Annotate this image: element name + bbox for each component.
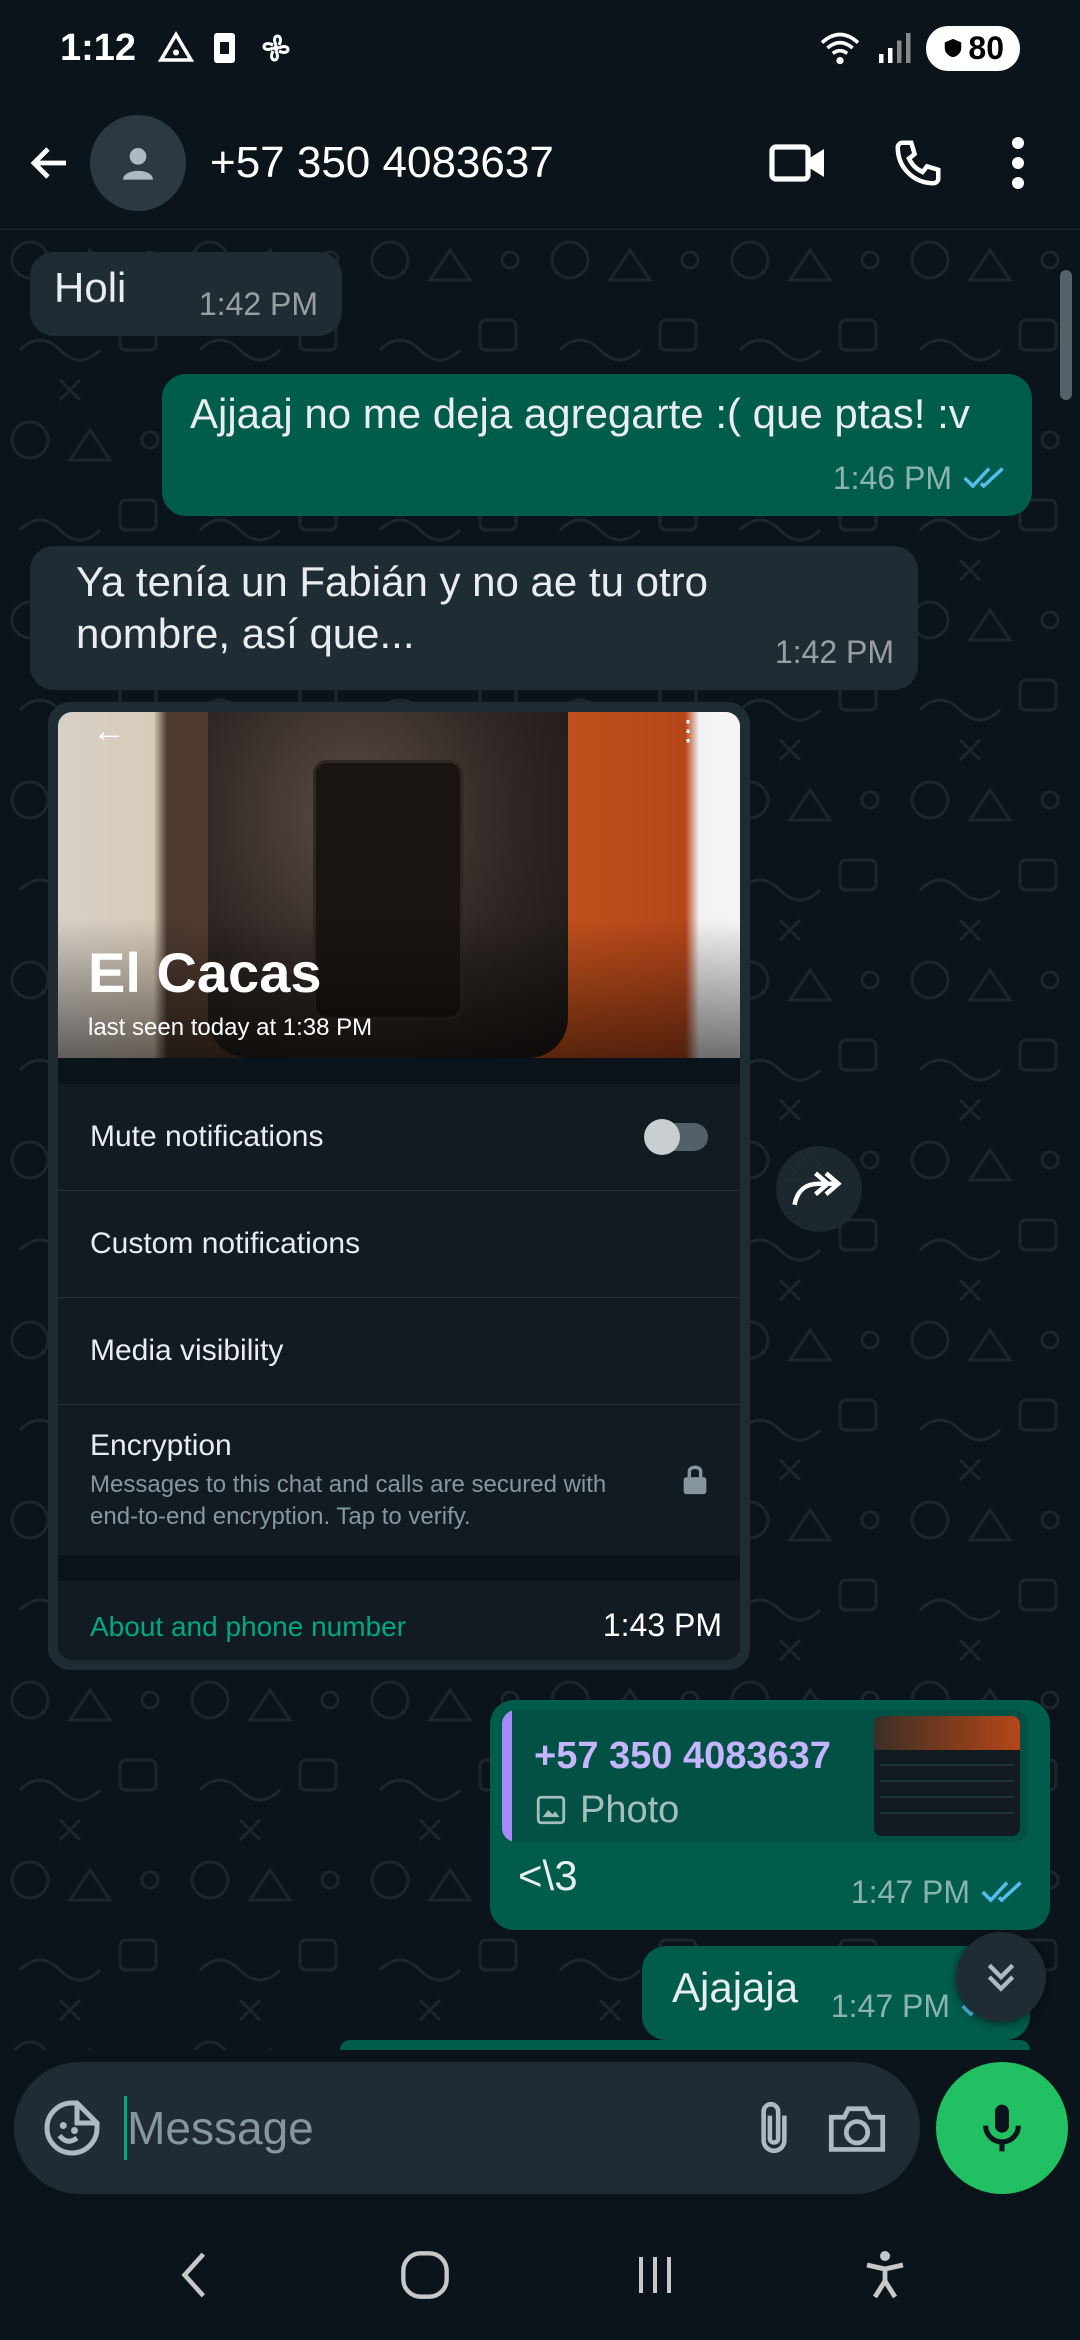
shared-screenshot: ← ⋮ El Cacas last seen today at 1:38 PM … bbox=[58, 712, 740, 1660]
profile-name: El Cacas bbox=[88, 941, 322, 1004]
last-seen: last seen today at 1:38 PM bbox=[88, 1014, 373, 1041]
setting-row: Custom notifications bbox=[58, 1191, 740, 1298]
warning-icon bbox=[158, 30, 195, 62]
message-outgoing[interactable]: Ajjaaj no me deja agregarte :( que ptas!… bbox=[162, 374, 1032, 516]
forward-icon bbox=[792, 1171, 842, 1206]
divider bbox=[58, 1058, 740, 1084]
signal-icon bbox=[879, 33, 911, 63]
battery-indicator: 80 bbox=[926, 25, 1020, 71]
shield-icon bbox=[945, 38, 962, 58]
message-meta: 1:46 PM bbox=[833, 452, 1008, 504]
profile-settings: Mute notifications Custom notifications … bbox=[58, 1058, 740, 1660]
arrow-left-icon bbox=[30, 146, 66, 179]
message-text: Ajjaaj no me deja agregarte :( que ptas!… bbox=[190, 390, 970, 437]
arrow-left-icon: ← bbox=[92, 712, 126, 750]
chat-header: +57 350 4083637 bbox=[0, 96, 1080, 230]
quoted-message[interactable]: +57 350 4083637 Photo bbox=[502, 1710, 1028, 1842]
status-bar: 1:12 80 bbox=[0, 0, 1080, 96]
camera-icon bbox=[829, 2106, 886, 2152]
video-camera-icon bbox=[769, 143, 824, 182]
setting-label: Media visibility bbox=[90, 1334, 284, 1367]
nav-recents-button[interactable] bbox=[605, 2235, 705, 2315]
message-meta: 1:47 PM bbox=[851, 1866, 1026, 1918]
setting-row: Mute notifications bbox=[58, 1084, 740, 1191]
paperclip-icon bbox=[761, 2101, 787, 2153]
video-call-button[interactable] bbox=[738, 123, 858, 203]
double-chevron-down-icon bbox=[987, 1963, 1015, 1992]
message-meta: 1:43 PM bbox=[603, 1607, 722, 1644]
read-receipt-icon bbox=[963, 467, 1004, 489]
status-time: 1:12 bbox=[60, 26, 137, 69]
quote-bar bbox=[502, 1710, 512, 1842]
accessibility-button[interactable] bbox=[835, 2235, 935, 2315]
toggle-switch bbox=[644, 1119, 708, 1155]
battery-level: 80 bbox=[968, 29, 1004, 66]
nav-back-button[interactable] bbox=[145, 2235, 245, 2315]
system-navigation-bar bbox=[0, 2210, 1080, 2340]
wifi-icon bbox=[821, 32, 860, 65]
message-text: Ya tenía un Fabián y no ae tu otro nombr… bbox=[76, 558, 708, 657]
fan-icon bbox=[262, 34, 290, 62]
message-text: Holi bbox=[54, 264, 127, 311]
notification-icons bbox=[158, 30, 294, 66]
message-text: <\3 bbox=[518, 1852, 578, 1899]
image-message[interactable]: ← ⋮ El Cacas last seen today at 1:38 PM … bbox=[48, 702, 750, 1670]
setting-label: Mute notifications bbox=[90, 1120, 324, 1153]
message-outgoing[interactable]: +57 350 4083637 Photo <\3 1:47 PM bbox=[490, 1700, 1050, 1930]
sim-icon bbox=[214, 33, 236, 63]
emoji-button[interactable] bbox=[42, 2092, 102, 2164]
attach-button[interactable] bbox=[739, 2092, 808, 2164]
message-composer bbox=[14, 2062, 920, 2194]
back-button[interactable] bbox=[22, 135, 78, 191]
message-time: 1:43 PM bbox=[602, 1607, 722, 1643]
quoted-type-label: Photo bbox=[580, 1789, 680, 1831]
home-circle-icon bbox=[401, 2251, 449, 2299]
quoted-type: Photo bbox=[534, 1784, 679, 1836]
message-meta: 1:42 PM bbox=[775, 626, 894, 678]
phone-icon bbox=[895, 140, 941, 186]
message-text: Ajajaja bbox=[672, 1964, 799, 2011]
scroll-to-bottom-button[interactable] bbox=[956, 1932, 1046, 2022]
more-options-button[interactable] bbox=[978, 123, 1058, 203]
message-time: 1:47 PM bbox=[850, 1874, 970, 1910]
voice-message-button[interactable] bbox=[936, 2062, 1068, 2194]
more-vert-icon bbox=[1012, 136, 1024, 189]
encryption-title: Encryption bbox=[90, 1429, 232, 1462]
lock-icon bbox=[683, 1465, 707, 1495]
quoted-sender: +57 350 4083637 bbox=[534, 1735, 831, 1777]
camera-button[interactable] bbox=[823, 2092, 892, 2164]
message-meta: 1:42 PM bbox=[199, 278, 318, 330]
avatar[interactable] bbox=[90, 114, 186, 211]
profile-photo: ← ⋮ El Cacas last seen today at 1:38 PM bbox=[58, 712, 740, 1058]
quoted-thumbnail bbox=[874, 1716, 1020, 1836]
voice-call-button[interactable] bbox=[858, 123, 978, 203]
message-time: 1:46 PM bbox=[832, 460, 952, 496]
message-incoming[interactable]: Ya tenía un Fabián y no ae tu otro nombr… bbox=[30, 546, 918, 690]
sticker-smiley-icon bbox=[44, 2100, 100, 2156]
encryption-description: Messages to this chat and calls are secu… bbox=[90, 1471, 607, 1530]
chat-scrollbar[interactable] bbox=[1060, 270, 1072, 400]
recents-icon bbox=[639, 2257, 671, 2293]
message-input[interactable] bbox=[127, 2101, 726, 2155]
nav-home-button[interactable] bbox=[375, 2235, 475, 2315]
person-icon bbox=[123, 147, 153, 180]
divider bbox=[58, 1555, 740, 1581]
forward-button[interactable] bbox=[776, 1146, 862, 1232]
message-outgoing-partial bbox=[340, 2040, 1030, 2050]
encryption-row: Encryption Messages to this chat and cal… bbox=[58, 1405, 740, 1555]
more-vert-icon: ⋮ bbox=[674, 715, 702, 746]
image-icon bbox=[536, 1795, 566, 1825]
setting-label: Custom notifications bbox=[90, 1227, 361, 1260]
setting-row: Media visibility bbox=[58, 1298, 740, 1405]
message-time: 1:42 PM bbox=[774, 634, 894, 670]
chat-area[interactable]: Holi 1:42 PM Ajjaaj no me deja agregarte… bbox=[0, 230, 1080, 2050]
accessibility-icon bbox=[866, 2251, 904, 2299]
message-incoming[interactable]: Holi 1:42 PM bbox=[30, 252, 342, 336]
contact-name[interactable]: +57 350 4083637 bbox=[210, 138, 738, 188]
message-time: 1:42 PM bbox=[198, 286, 318, 322]
message-time: 1:47 PM bbox=[830, 1988, 950, 2024]
read-receipt-icon bbox=[981, 1881, 1022, 1903]
chevron-left-icon bbox=[181, 2252, 206, 2298]
microphone-icon bbox=[983, 2104, 1021, 2152]
